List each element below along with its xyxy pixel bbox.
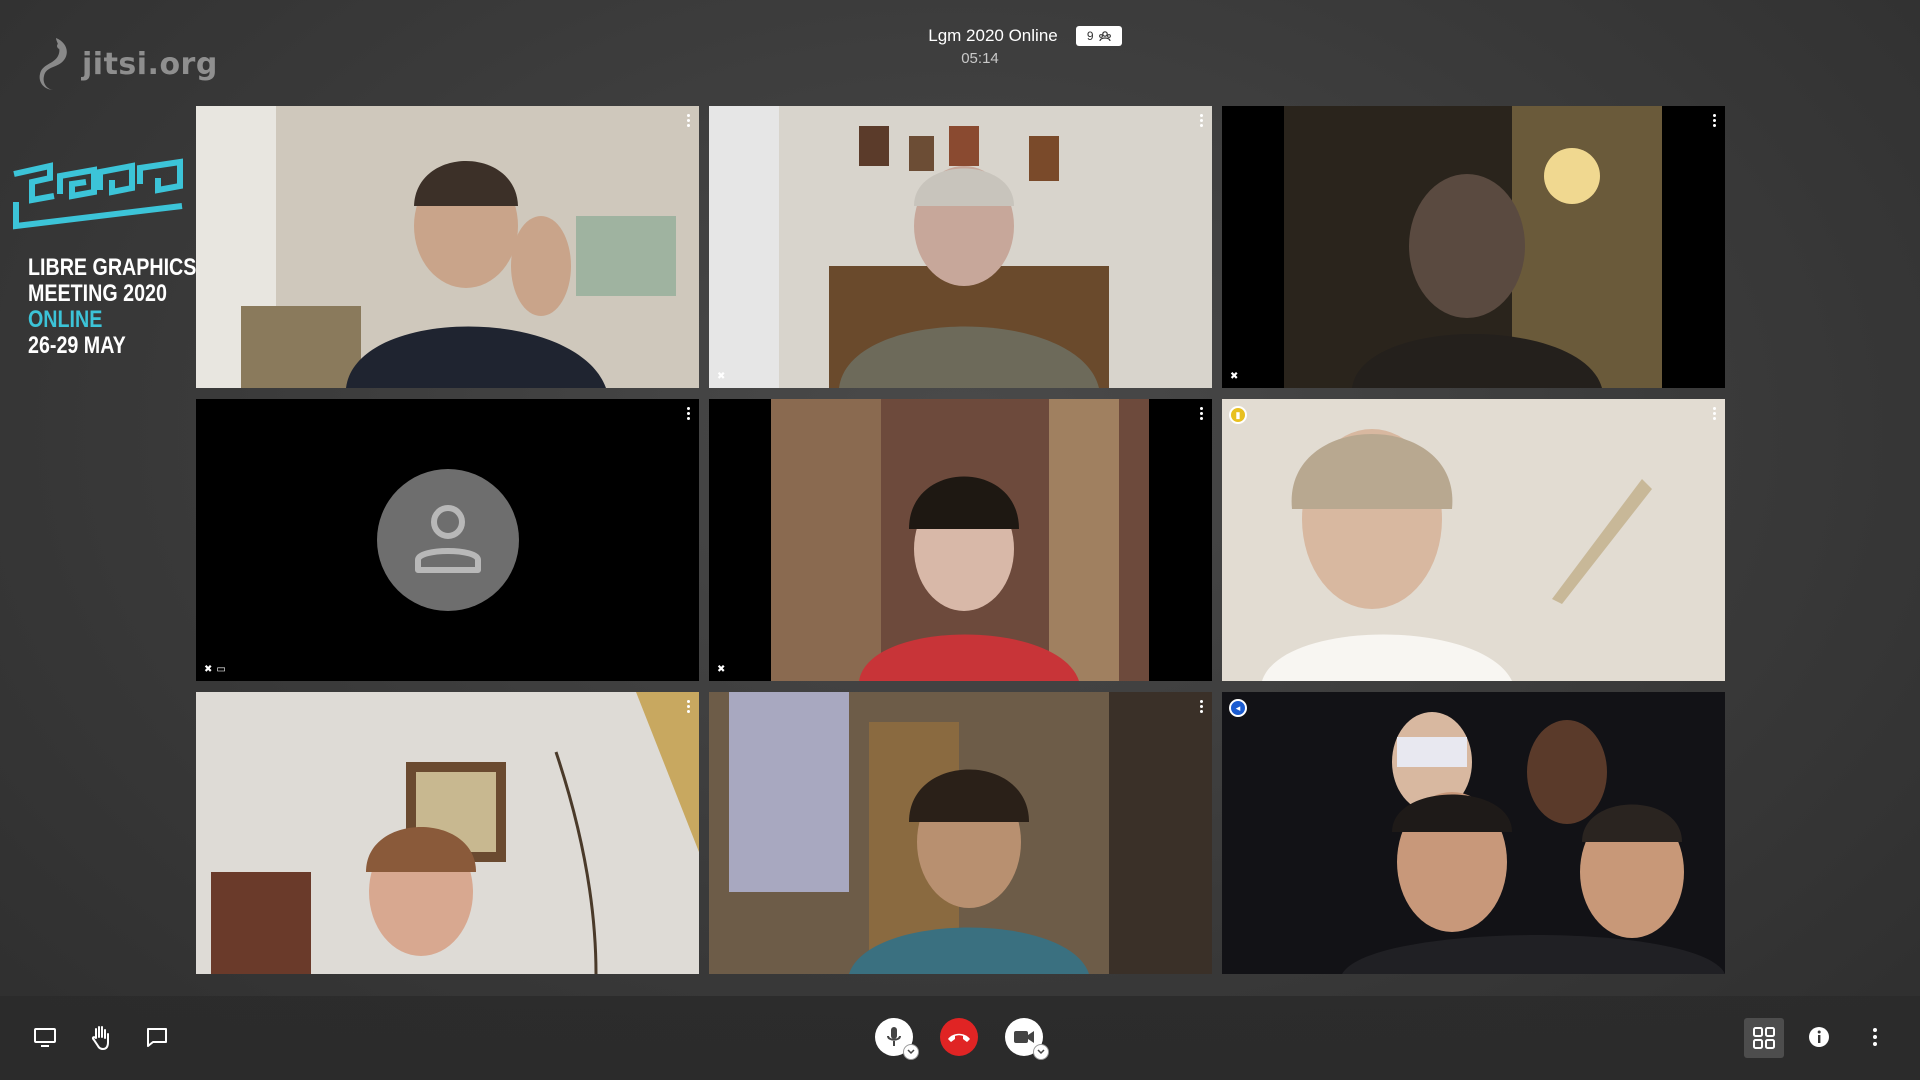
mic-muted-icon: ✖ xyxy=(1230,371,1239,382)
participant-count-badge[interactable]: 9 xyxy=(1075,26,1122,46)
avatar xyxy=(376,469,519,611)
tile-menu-icon[interactable] xyxy=(687,407,691,420)
tile-menu-icon[interactable] xyxy=(1200,700,1204,713)
hangup-button[interactable] xyxy=(940,1018,978,1056)
camera-off-icon: ▭ xyxy=(216,664,226,675)
info-button[interactable] xyxy=(1804,1022,1834,1052)
info-icon xyxy=(1809,1027,1829,1047)
tile-view-icon xyxy=(1753,1027,1775,1049)
mic-muted-icon: ✖ xyxy=(204,664,213,675)
user-placeholder-icon xyxy=(414,505,481,573)
microphone-button[interactable] xyxy=(875,1018,919,1060)
lgm-line4: 26-29 MAY xyxy=(28,332,126,359)
hangup-icon xyxy=(948,1033,970,1042)
participant-count: 9 xyxy=(1086,29,1094,43)
video-feed xyxy=(709,692,1212,974)
participant-tile[interactable] xyxy=(196,106,699,388)
video-feed xyxy=(1222,692,1725,974)
chat-button[interactable] xyxy=(142,1022,172,1052)
participant-tile[interactable] xyxy=(196,692,699,974)
tile-menu-icon[interactable] xyxy=(1200,407,1204,420)
participant-tile-active[interactable]: ◂ xyxy=(1222,692,1725,974)
screen-share-icon xyxy=(34,1028,56,1047)
lgm-line1: LIBRE GRAPHICS xyxy=(28,254,197,281)
lgm-logo: LIBRE GRAPHICS MEETING 2020 ONLINE 26-29… xyxy=(10,158,197,359)
lgm-line3: ONLINE xyxy=(28,306,103,333)
participant-tile[interactable]: ▮ xyxy=(1222,399,1725,681)
participant-tile[interactable]: ✖ xyxy=(709,399,1212,681)
video-feed xyxy=(1222,399,1725,681)
conference-timer: 05:14 xyxy=(961,50,999,67)
chat-icon xyxy=(147,1028,167,1047)
dominant-speaker-icon[interactable]: ◂ xyxy=(1229,699,1247,717)
tile-menu-icon[interactable] xyxy=(1713,407,1717,420)
connection-warning-icon[interactable]: ▮ xyxy=(1229,406,1247,424)
video-feed xyxy=(1222,106,1725,388)
tile-view-button[interactable] xyxy=(1744,1018,1784,1058)
tile-menu-icon[interactable] xyxy=(1713,114,1717,127)
video-grid: ✖ ✖ ✖ ▭ ✖ ▮ ◂ xyxy=(196,106,1725,974)
camera-button[interactable] xyxy=(1005,1018,1049,1060)
mic-muted-icon: ✖ xyxy=(717,371,726,382)
participant-tile[interactable]: ✖ xyxy=(709,106,1212,388)
more-options-button[interactable] xyxy=(1860,1022,1890,1052)
lgm-glyph-icon xyxy=(13,158,183,230)
screen-share-button[interactable] xyxy=(30,1022,60,1052)
conference-header: Lgm 2020 Online 9 05:14 xyxy=(0,26,1920,67)
video-feed xyxy=(709,106,1212,388)
tile-menu-icon[interactable] xyxy=(687,114,691,127)
participant-tile[interactable] xyxy=(709,692,1212,974)
video-feed xyxy=(196,106,699,388)
mic-muted-icon: ✖ xyxy=(717,664,726,675)
participant-tile[interactable]: ✖ xyxy=(1222,106,1725,388)
lgm-line2: MEETING 2020 xyxy=(28,280,167,307)
chevron-down-icon[interactable] xyxy=(903,1044,919,1060)
raise-hand-button[interactable] xyxy=(86,1022,116,1052)
microphone-icon xyxy=(887,1027,901,1046)
conference-title: Lgm 2020 Online xyxy=(928,26,1058,45)
tile-menu-icon[interactable] xyxy=(687,700,691,713)
video-feed xyxy=(196,692,699,974)
raise-hand-icon xyxy=(91,1026,109,1050)
video-feed xyxy=(709,399,1212,681)
bottom-toolbar xyxy=(0,996,1920,1080)
tile-menu-icon[interactable] xyxy=(1200,114,1204,127)
more-options-icon xyxy=(1873,1028,1877,1046)
camera-icon xyxy=(1014,1031,1034,1043)
participant-tile[interactable]: ✖ ▭ xyxy=(196,399,699,681)
participants-icon xyxy=(1098,30,1111,41)
chevron-down-icon[interactable] xyxy=(1033,1044,1049,1060)
